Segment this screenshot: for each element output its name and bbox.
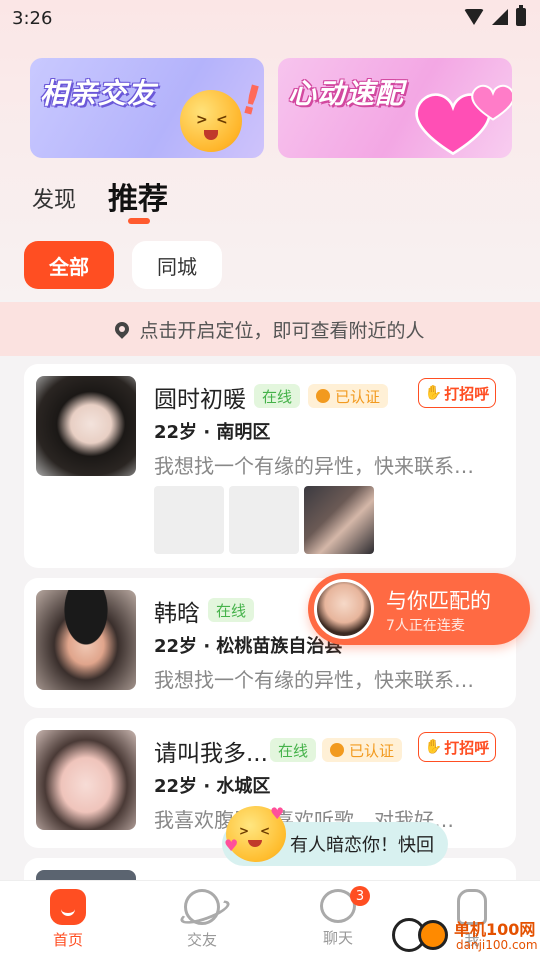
verified-icon [316, 389, 330, 403]
user-info: 22岁 · 南明区 [154, 422, 271, 443]
user-bio: 我想找一个有缘的异性，快来联系… [154, 454, 474, 478]
signal-icon [492, 9, 508, 25]
filter-same-city-button[interactable]: 同城 [132, 241, 222, 289]
verified-icon [330, 743, 344, 757]
user-name: 圆时初暖 [154, 387, 246, 413]
shy-face-icon: > < [180, 90, 242, 152]
location-pin-icon [112, 319, 133, 339]
live-match-bubble[interactable]: 与你匹配的 7人正在连麦 [308, 573, 530, 645]
banner-speed-match[interactable]: 心动速配 [278, 58, 512, 158]
photo-thumb[interactable] [229, 486, 299, 554]
banner-blind-date[interactable]: 相亲交友 > < ! [30, 58, 264, 158]
online-badge: 在线 [270, 738, 317, 762]
heart-icon: ♥ [270, 804, 285, 823]
home-icon [50, 889, 86, 925]
heart-icon [471, 84, 512, 121]
nav-friends[interactable]: 交友 [162, 889, 242, 953]
photo-thumb[interactable] [154, 486, 224, 554]
filter-all-button[interactable]: 全部 [24, 241, 114, 289]
photo-thumb[interactable] [304, 486, 374, 554]
nav-label: 首页 [52, 931, 83, 949]
tab-recommend[interactable]: 推荐 [108, 174, 168, 218]
avatar[interactable] [36, 730, 136, 830]
status-time: 3:26 [12, 8, 53, 29]
match-title: 与你匹配的 [386, 589, 491, 613]
online-badge: 在线 [254, 384, 301, 408]
user-info: 22岁 · 松桃苗族自治县 [154, 636, 343, 657]
unread-badge: 3 [350, 886, 370, 906]
wifi-icon [464, 9, 484, 25]
match-avatar [314, 579, 374, 639]
location-prompt: 点击开启定位，即可查看附近的人 [139, 319, 425, 342]
watermark-text: 单机100网 [454, 920, 536, 939]
wave-icon: ✋ [424, 385, 443, 401]
avatar[interactable] [36, 376, 136, 476]
user-bio: 我想找一个有缘的异性，快来联系… [154, 668, 474, 692]
avatar[interactable] [36, 590, 136, 690]
heart-icon: ♥ [224, 836, 239, 855]
user-info: 22岁 · 水城区 [154, 776, 271, 797]
watermark-logo-icon [418, 920, 448, 950]
greet-button[interactable]: ✋ 打招呼 [418, 732, 496, 762]
status-bar: 3:26 [0, 0, 540, 36]
nav-label: 聊天 [322, 929, 353, 947]
verified-badge: 已认证 [322, 738, 403, 762]
nav-label: 交友 [186, 931, 217, 949]
banner-title: 心动速配 [288, 77, 405, 110]
user-name: 韩晗 [154, 601, 200, 627]
greet-button[interactable]: ✋ 打招呼 [418, 378, 496, 408]
battery-icon [516, 5, 526, 26]
watermark: 单机100网 danji100.com [392, 914, 540, 960]
banner-title: 相亲交友 [40, 77, 157, 110]
watermark-url: danji100.com [456, 938, 538, 952]
enable-location-bar[interactable]: 点击开启定位，即可查看附近的人 [0, 302, 540, 356]
active-tab-indicator [128, 218, 150, 224]
user-name: 请叫我多... [154, 741, 268, 767]
exclamation-icon: ! [236, 76, 264, 126]
verified-badge: 已认证 [308, 384, 389, 408]
tab-discover[interactable]: 发现 [32, 182, 76, 214]
crush-text: 有人暗恋你！快回 [290, 835, 434, 856]
nav-home[interactable]: 首页 [28, 889, 108, 953]
status-icons [464, 5, 526, 26]
online-badge: 在线 [208, 598, 255, 622]
match-subtitle: 7人正在连麦 [386, 618, 465, 634]
user-card[interactable]: 圆时初暖 在线 已认证 ✋ 打招呼 22岁 · 南明区 我想找一个有缘的异性，快来… [24, 364, 516, 568]
planet-icon [184, 889, 220, 925]
wave-icon: ✋ [424, 739, 443, 755]
